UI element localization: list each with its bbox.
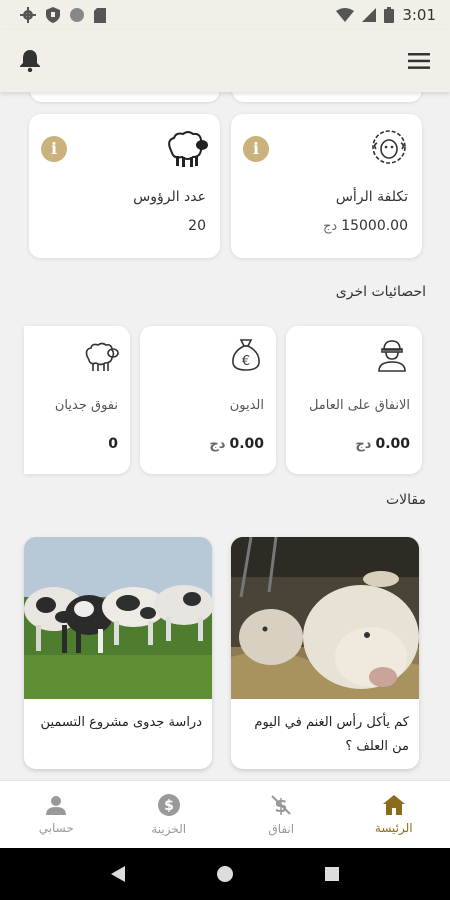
- system-navigation-bar: [0, 848, 450, 900]
- stat-label: الانفاق على العامل: [308, 398, 410, 413]
- stat-value: 0: [104, 436, 118, 452]
- circle-icon: [70, 8, 84, 22]
- article-card[interactable]: دراسة جدوى مشروع التسمين: [24, 537, 212, 769]
- worker-expense-card[interactable]: الانفاق على العامل 0.00دج: [286, 326, 422, 474]
- kid-deaths-card[interactable]: نفوق جديان 0: [24, 326, 130, 474]
- signal-icon: [362, 8, 377, 22]
- unit-text: دج: [355, 437, 372, 452]
- shield-icon: [46, 7, 60, 23]
- home-content: i تكلفة الرأس 15000.00دج i عدد الرؤوس 20…: [0, 92, 450, 780]
- head-cost-card[interactable]: i تكلفة الرأس 15000.00دج: [231, 114, 422, 258]
- unit-text: دج: [209, 437, 226, 452]
- nav-expenses[interactable]: $ انفاق: [225, 781, 338, 848]
- article-image: [24, 537, 212, 699]
- notification-bell-icon[interactable]: [20, 50, 40, 72]
- article-card[interactable]: كم يأكل رأس الغنم في اليوم من العلف ؟: [231, 537, 419, 769]
- article-image: [231, 537, 419, 699]
- stat-label: تكلفة الرأس: [335, 189, 408, 205]
- nav-my-account[interactable]: حسابي: [0, 781, 113, 848]
- back-icon[interactable]: [111, 866, 125, 882]
- nav-home[interactable]: الرئيسة: [338, 781, 450, 848]
- stat-label: عدد الرؤوس: [133, 189, 206, 205]
- stat-label: الديون: [229, 398, 264, 413]
- worker-icon: [378, 340, 406, 372]
- svg-text:$: $: [164, 798, 174, 814]
- value-text: 20: [188, 218, 206, 234]
- recents-icon[interactable]: [325, 867, 339, 881]
- app-bar: [0, 30, 450, 92]
- article-title: دراسة جدوى مشروع التسمين: [40, 715, 202, 730]
- section-title-articles: مقالات: [385, 492, 426, 508]
- status-time: 3:01: [402, 6, 436, 24]
- value-text: 15000.00: [341, 218, 408, 234]
- info-icon[interactable]: i: [41, 136, 67, 162]
- bottom-navigation: حسابي $ الخزينة $ انفاق الرئيسة: [0, 780, 450, 848]
- svg-text:€: €: [242, 354, 250, 369]
- stat-value: 0.00دج: [209, 436, 264, 452]
- sheep-icon: [168, 131, 208, 167]
- nav-treasury[interactable]: $ الخزينة: [113, 781, 226, 848]
- nav-label: حسابي: [38, 820, 74, 835]
- stat-value: 0.00دج: [355, 436, 410, 452]
- home-icon: [382, 794, 405, 815]
- sd-card-icon: [94, 7, 106, 23]
- value-text: 0.00: [229, 436, 264, 452]
- home-button-icon[interactable]: [217, 866, 233, 882]
- info-icon[interactable]: i: [243, 136, 269, 162]
- expense-icon: $: [271, 795, 291, 816]
- stat-value: 20: [184, 218, 206, 234]
- card-partial: [30, 92, 220, 102]
- nav-label: الخزينة: [151, 821, 187, 836]
- unit-text: دج: [323, 219, 338, 234]
- section-title-other-stats: احصائيات اخرى: [335, 284, 426, 300]
- value-text: 0: [108, 436, 118, 452]
- nav-label: انفاق: [268, 821, 295, 836]
- value-text: 0.00: [375, 436, 410, 452]
- article-title: كم يأكل رأس الغنم في اليوم من العلف ؟: [254, 715, 409, 754]
- stat-label: نفوق جديان: [54, 398, 118, 413]
- status-bar: 3:01: [0, 0, 450, 30]
- menu-icon[interactable]: [408, 53, 430, 69]
- stat-value: 15000.00دج: [323, 218, 408, 234]
- money-bag-icon: €: [232, 339, 260, 371]
- card-partial: [232, 92, 422, 102]
- wifi-icon: [336, 8, 355, 22]
- treasury-icon: $: [157, 793, 180, 816]
- head-count-card[interactable]: i عدد الرؤوس 20: [29, 114, 220, 258]
- sheep-icon: [85, 342, 119, 371]
- sheep-face-icon: [372, 130, 406, 164]
- person-icon: [46, 795, 67, 815]
- settings-icon: [20, 7, 36, 23]
- nav-label: الرئيسة: [374, 820, 413, 835]
- battery-icon: [384, 7, 395, 23]
- debts-card[interactable]: € الديون 0.00دج: [140, 326, 276, 474]
